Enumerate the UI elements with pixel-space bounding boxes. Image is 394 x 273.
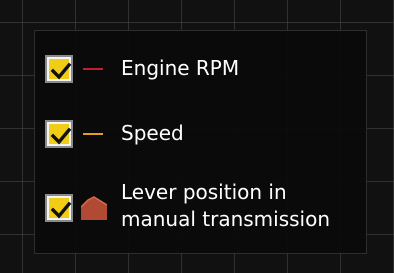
speed-checkbox[interactable] — [45, 120, 73, 148]
legend-item-engine-rpm[interactable]: Engine RPM — [35, 53, 366, 83]
checkmark-icon — [50, 62, 72, 80]
chart-background: { "legend": { "items": [ { "label": "Eng… — [0, 0, 394, 273]
legend-label-lever-position-line1: Lever position in — [121, 180, 287, 204]
legend-item-lever-position[interactable]: Lever position in manual transmission — [35, 177, 366, 239]
legend-label-engine-rpm: Engine RPM — [121, 56, 240, 80]
lever-position-area-swatch — [81, 196, 107, 220]
legend-item-speed[interactable]: Speed — [35, 118, 366, 148]
legend-label-speed: Speed — [121, 121, 184, 145]
engine-rpm-checkbox[interactable] — [45, 55, 73, 83]
speed-line-swatch — [83, 133, 103, 135]
checkmark-icon — [50, 127, 72, 145]
engine-rpm-line-swatch — [83, 68, 103, 70]
legend-label-lever-position-line2: manual transmission — [121, 207, 331, 231]
chart-legend: Engine RPM Speed Lever position in manua… — [34, 30, 367, 254]
lever-position-checkbox[interactable] — [45, 194, 73, 222]
checkmark-icon — [50, 201, 72, 219]
